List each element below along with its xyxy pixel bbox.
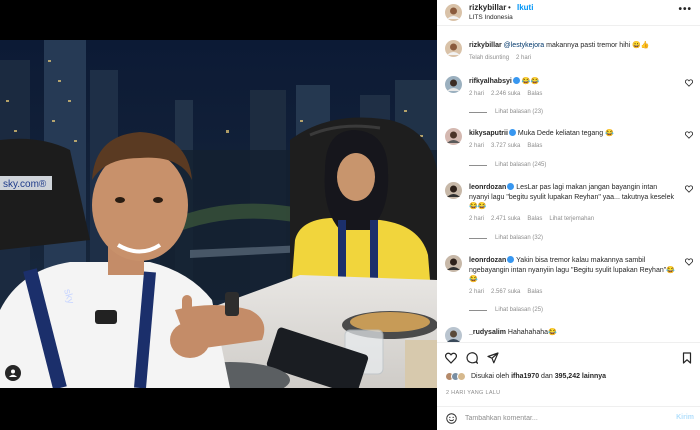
comment-meta: 2 hari 2.471 suka Balas Lihat terjemahan [469,216,601,222]
add-comment-bar: Kirim [437,406,700,430]
comment-meta: 2 hari 3.727 suka Balas [469,143,549,149]
avatar[interactable] [445,4,462,21]
comment-username[interactable]: leonrdozan [469,257,506,264]
comment-body: _rudysalim Hahahahaha😂 [469,328,675,338]
bookmark-icon[interactable] [681,352,693,364]
reply-button[interactable]: Balas [527,216,542,222]
post-username[interactable]: rizkybillar [469,3,506,12]
photo-text-badge: sky.com® [0,176,52,190]
comment-username[interactable]: _rudysalim [469,329,506,336]
comment-text: 😂😂 [519,78,540,85]
liker-avatar [457,372,466,381]
post-location[interactable]: LITS Indonesia [469,14,513,21]
badge-text: sky.com® [3,179,47,190]
comment-username[interactable]: leonrdozan [469,184,506,191]
likes-text: Disukai oleh ifha1970 dan 395,242 lainny… [471,373,606,380]
liker-username[interactable]: ifha1970 [511,373,539,380]
mention-link[interactable]: @lestykejora [504,42,545,49]
edited-label: Telah disunting [469,55,510,61]
post-photo[interactable]: sky.com® sky [0,40,437,388]
comment-likes[interactable]: 3.727 suka [491,143,520,149]
avatar[interactable] [445,327,462,342]
caption-body: rizkybillar @lestykejora makannya pasti … [469,41,675,51]
instagram-post-modal: sky.com® sky rizkybillar • Ikuti LITS In… [0,0,700,430]
verified-icon [512,77,520,84]
translate-link[interactable]: Lihat terjemahan [549,216,594,222]
avatar[interactable] [445,76,462,93]
avatar[interactable] [445,182,462,199]
avatar[interactable] [445,128,462,145]
avatar[interactable] [445,40,462,57]
view-replies-label[interactable]: Lihat balasan (23) [495,109,543,115]
likes-prefix: Disukai oleh [471,373,512,380]
comment-username[interactable]: rifkyalhabsyi [469,78,512,85]
separator-dot: • [508,3,511,12]
comment-time[interactable]: 2 hari [469,216,484,222]
caption-time[interactable]: 2 hari [516,55,531,61]
likes-count[interactable]: 395,242 lainnya [555,373,606,380]
follow-button[interactable]: Ikuti [517,3,533,12]
comment-body: leonrdozan Yakin bisa tremor kalau makan… [469,256,675,285]
likes-mid: dan [539,373,555,380]
comment-likes[interactable]: 2.567 suka [491,289,520,295]
comment-icon[interactable] [466,352,478,364]
post-comment-button[interactable]: Kirim [676,414,694,421]
comment-meta: 2 hari 2.246 suka Balas [469,91,549,97]
view-replies-label[interactable]: Lihat balasan (32) [495,235,543,241]
verified-icon [508,129,516,136]
comment-body: kikysaputrii Muka Dede keliatan tegang 😂 [469,129,675,139]
view-replies[interactable]: Lihat balasan (25) [469,307,543,313]
likes-summary: Disukai oleh ifha1970 dan 395,242 lainny… [445,372,606,381]
comment-input[interactable] [465,412,655,425]
user-tag-icon [9,369,17,377]
reply-button[interactable]: Balas [527,91,542,97]
view-replies-label[interactable]: Lihat balasan (25) [495,307,543,313]
view-replies[interactable]: Lihat balasan (23) [469,109,543,115]
view-replies-label[interactable]: Lihat balasan (245) [495,162,546,168]
reply-button[interactable]: Balas [527,143,542,149]
post-header: rizkybillar • Ikuti LITS Indonesia ••• [437,0,700,26]
comment-time[interactable]: 2 hari [469,143,484,149]
share-icon[interactable] [487,352,499,364]
view-replies[interactable]: Lihat balasan (32) [469,235,543,241]
comment-time[interactable]: 2 hari [469,91,484,97]
heart-icon[interactable] [445,352,457,364]
caption-username[interactable]: rizkybillar [469,42,502,49]
comments-list[interactable]: rizkybillar @lestykejora makannya pasti … [437,27,700,342]
comment-body: leonrdozan LesLar pas lagi makan jangan … [469,183,675,212]
caption-text: makannya pasti tremor hihi 😀👍 [544,42,650,49]
comment-body: rifkyalhabsyi 😂😂 [469,77,675,87]
comment-likes[interactable]: 2.471 suka [491,216,520,222]
heart-icon[interactable] [685,131,693,139]
heart-icon[interactable] [685,79,693,87]
comment-username[interactable]: kikysaputrii [469,130,508,137]
comment-text: Muka Dede keliatan tegang 😂 [515,130,614,137]
avatar[interactable] [445,255,462,272]
post-sidebar: rizkybillar • Ikuti LITS Indonesia ••• r… [437,0,700,430]
more-icon[interactable]: ••• [678,4,692,15]
heart-icon[interactable] [685,258,693,266]
photo-panel: sky.com® sky [0,0,437,430]
comment-text: Hahahahaha😂 [505,329,557,336]
caption-meta: Telah disunting 2 hari [469,55,538,61]
action-bar [437,342,700,372]
user-tag-button[interactable] [5,365,21,381]
view-replies[interactable]: Lihat balasan (245) [469,162,546,168]
comment-time[interactable]: 2 hari [469,289,484,295]
comment-likes[interactable]: 2.246 suka [491,91,520,97]
heart-icon[interactable] [685,185,693,193]
comment-meta: 2 hari 2.567 suka Balas [469,289,549,295]
reply-button[interactable]: Balas [527,289,542,295]
selfie-image: sky.com® sky [0,40,437,388]
emoji-icon[interactable] [446,413,457,424]
post-time-ago[interactable]: 2 HARI YANG LALU [446,390,500,396]
